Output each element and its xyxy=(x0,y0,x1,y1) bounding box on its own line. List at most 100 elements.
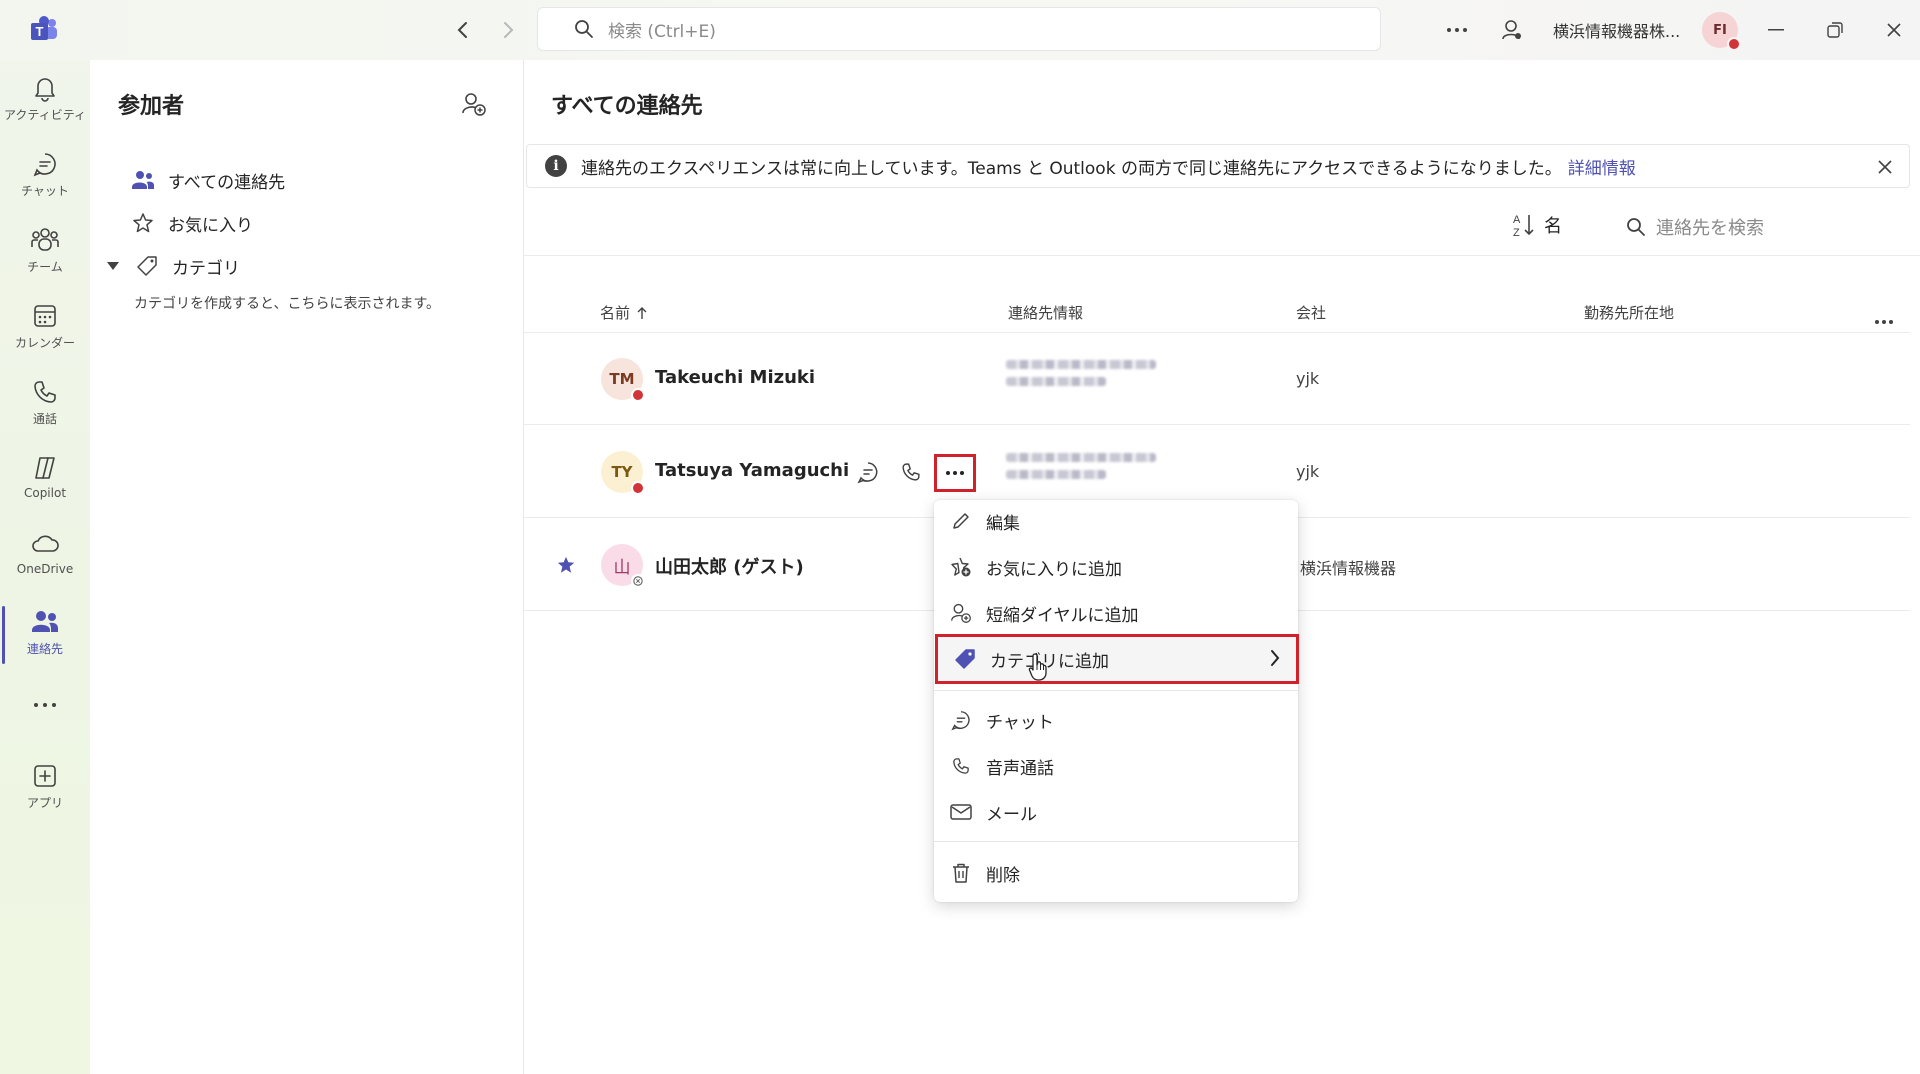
rail-label: Copilot xyxy=(23,486,67,500)
svg-text:Z: Z xyxy=(1513,227,1520,238)
global-search-input[interactable]: 検索 (Ctrl+E) xyxy=(537,7,1381,51)
rail-item-activity[interactable]: アクティビティ xyxy=(0,66,90,136)
favorite-star-icon[interactable] xyxy=(556,555,576,579)
sort-button[interactable]: AZ 名 xyxy=(1512,212,1562,238)
search-icon xyxy=(1627,218,1645,236)
more-horizontal-icon xyxy=(946,471,964,475)
rail-more-apps[interactable] xyxy=(0,694,90,734)
column-options-icon[interactable] xyxy=(1874,310,1894,329)
menu-item-edit[interactable]: 編集 xyxy=(934,500,1298,542)
rail-label: チャット xyxy=(21,184,69,198)
calendar-icon xyxy=(34,305,56,327)
rail-label: アクティビティ xyxy=(4,108,86,122)
row-chat-icon[interactable] xyxy=(854,458,882,486)
arrow-up-icon xyxy=(637,306,647,319)
menu-label: 音声通話 xyxy=(986,758,1054,779)
avatar: 山 xyxy=(601,544,645,588)
column-header-location[interactable]: 勤務先所在地 xyxy=(1584,302,1674,323)
nav-label: お気に入り xyxy=(168,215,253,236)
nav-all-contacts[interactable]: すべての連絡先 xyxy=(130,164,285,196)
rail-item-contacts[interactable]: 連絡先 xyxy=(0,600,90,670)
menu-item-add-category[interactable]: カテゴリに追加 xyxy=(935,634,1299,684)
menu-item-voice-call[interactable]: 音声通話 xyxy=(934,745,1298,787)
presence-busy-dot xyxy=(631,388,645,402)
user-avatar[interactable]: FI xyxy=(1702,12,1741,51)
title-bar: T 検索 (Ctrl+E) 横浜情報機器株... FI xyxy=(0,0,1920,60)
avatar-initials: 山 xyxy=(613,557,631,578)
table-row[interactable]: TM Takeuchi Mizuki yjk xyxy=(524,333,1910,425)
rail-label: OneDrive xyxy=(16,562,74,576)
contact-company: 横浜情報機器 xyxy=(1300,559,1397,578)
bell-icon xyxy=(35,78,55,102)
rail-item-onedrive[interactable]: OneDrive xyxy=(0,522,90,592)
contact-search-input[interactable]: 連絡先を検索 xyxy=(1626,210,1896,244)
svg-text:T: T xyxy=(36,24,44,39)
column-header-contact[interactable]: 連絡先情報 xyxy=(1008,302,1083,323)
more-options-icon[interactable] xyxy=(1441,14,1473,46)
menu-label: 短縮ダイヤルに追加 xyxy=(986,605,1139,626)
avatar-initials: TY xyxy=(611,463,633,481)
minimize-icon[interactable] xyxy=(1760,14,1792,46)
rail-item-copilot[interactable]: Copilot xyxy=(0,446,90,516)
person-add-icon xyxy=(462,93,486,116)
row-call-icon[interactable] xyxy=(897,458,925,486)
banner-text: 連絡先のエクスペリエンスは常に向上しています。Teams と Outlook の… xyxy=(581,158,1562,179)
toolbar-divider xyxy=(524,255,1920,256)
info-banner: i 連絡先のエクスペリエンスは常に向上しています。Teams と Outlook… xyxy=(526,144,1910,188)
rail-item-chat[interactable]: チャット xyxy=(0,142,90,212)
menu-item-add-favorite[interactable]: お気に入りに追加 xyxy=(934,546,1298,588)
rail-label: チーム xyxy=(27,260,63,274)
menu-item-add-speed-dial[interactable]: 短縮ダイヤルに追加 xyxy=(934,592,1298,634)
search-icon xyxy=(575,20,593,38)
column-header-company[interactable]: 会社 xyxy=(1296,302,1326,323)
redacted-contact-info xyxy=(1006,360,1166,396)
nav-favorites[interactable]: お気に入り xyxy=(130,207,253,239)
presence-busy-dot xyxy=(1727,37,1741,51)
chevron-right-icon xyxy=(1270,649,1280,672)
back-icon[interactable] xyxy=(449,16,477,44)
phone-icon xyxy=(34,381,56,403)
menu-label: メール xyxy=(986,804,1037,825)
contact-company: yjk xyxy=(1296,462,1320,481)
restore-icon[interactable] xyxy=(1819,14,1851,46)
menu-item-chat[interactable]: チャット xyxy=(934,699,1298,741)
nav-label: すべての連絡先 xyxy=(168,172,286,193)
close-banner-icon[interactable] xyxy=(1873,155,1897,179)
pencil-icon xyxy=(948,511,974,531)
organization-name[interactable]: 横浜情報機器株... xyxy=(1553,18,1680,42)
rail-item-calls[interactable]: 通話 xyxy=(0,370,90,440)
add-contact-button[interactable] xyxy=(460,90,488,118)
row-more-options-button[interactable] xyxy=(934,454,976,492)
people-settings-icon[interactable] xyxy=(1496,14,1528,46)
tag-icon xyxy=(134,255,160,277)
menu-item-delete[interactable]: 削除 xyxy=(934,852,1298,894)
banner-learn-more-link[interactable]: 詳細情報 xyxy=(1568,154,1636,179)
person-add-icon xyxy=(948,602,974,624)
column-label: 勤務先所在地 xyxy=(1584,304,1675,322)
tag-icon xyxy=(952,648,978,670)
more-horizontal-icon xyxy=(34,703,56,707)
contact-context-menu: 編集 お気に入りに追加 短縮ダイヤルに追加 カテゴリに追加 チャット 音声通話 … xyxy=(934,500,1299,902)
column-label: 連絡先情報 xyxy=(1008,304,1084,322)
column-header-name[interactable]: 名前 xyxy=(600,302,648,323)
rail-label: カレンダー xyxy=(14,336,75,350)
menu-item-email[interactable]: メール xyxy=(934,791,1298,833)
close-window-icon[interactable] xyxy=(1878,14,1910,46)
menu-divider xyxy=(934,690,1298,691)
add-app-icon xyxy=(34,765,56,787)
contact-company: yjk xyxy=(1296,369,1320,388)
rail-item-calendar[interactable]: カレンダー xyxy=(0,294,90,364)
contact-search-placeholder: 連絡先を検索 xyxy=(1656,218,1764,239)
nav-categories[interactable]: カテゴリ xyxy=(106,250,240,282)
svg-text:A: A xyxy=(1513,214,1521,226)
pane-title: 参加者 xyxy=(118,94,185,119)
phone-icon xyxy=(948,756,974,776)
forward-icon[interactable] xyxy=(494,16,522,44)
column-label: 名前 xyxy=(600,304,631,322)
chevron-down-icon[interactable] xyxy=(106,261,126,271)
star-icon xyxy=(130,212,156,234)
column-label: 会社 xyxy=(1296,304,1327,322)
rail-item-teams[interactable]: チーム xyxy=(0,218,90,288)
rail-label: 通話 xyxy=(32,412,57,426)
rail-item-apps[interactable]: アプリ xyxy=(0,754,90,824)
